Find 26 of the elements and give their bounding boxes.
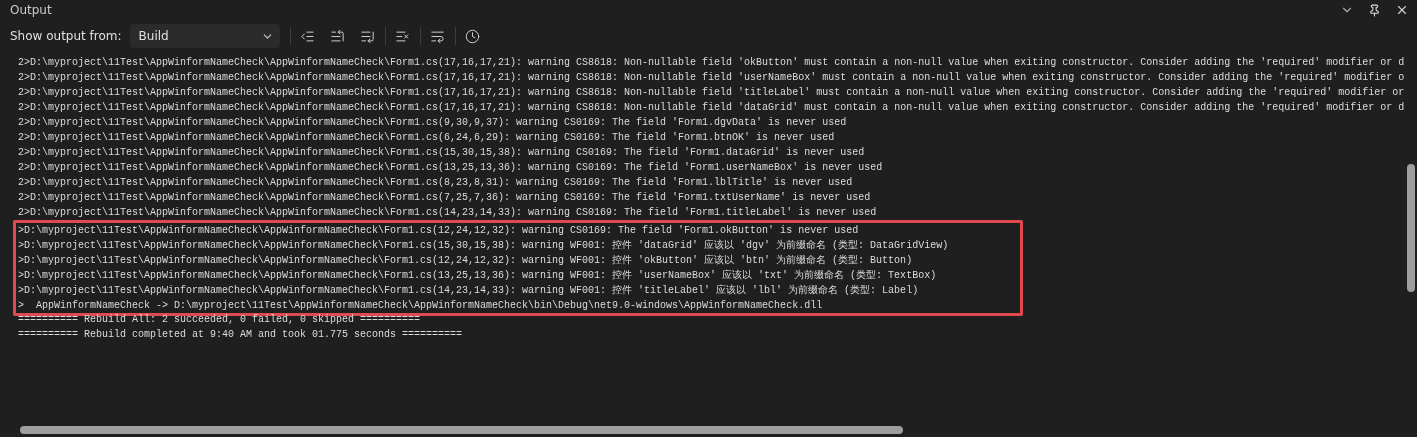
output-line: >D:\myproject\11Test\AppWinformNameCheck\AppWinformNameCheck\Form1.cs(12,24,12,32): warning CS0169: The field 'Form1.okButton' is never used <box>17 224 860 238</box>
output-line: 2>D:\myproject\11Test\AppWinformNameCheck\AppWinformNameCheck\Form1.cs(9,30,9,37): warning CS0169: The field 'Form1.dgvData' is never used <box>17 116 848 130</box>
output-line: 2>D:\myproject\11Test\AppWinformNameCheck\AppWinformNameCheck\Form1.cs(7,25,7,36): warning CS0169: The field 'Form1.txtUserName' is never used <box>17 191 872 205</box>
output-line: >D:\myproject\11Test\AppWinformNameCheck\AppWinformNameCheck\Form1.cs(12,24,12,32): warning WF001: 控件 'okButton' 应该以 'btn' 为前缀命名 (类型: Button) <box>17 253 914 268</box>
output-line: 2>D:\myproject\11Test\AppWinformNameCheck\AppWinformNameCheck\Form1.cs(14,23,14,33): warning CS0169: The field 'Form1.titleLabel' is never used <box>17 206 878 220</box>
source-label: Show output from: <box>10 29 122 43</box>
scrollbar-thumb[interactable] <box>1407 164 1415 292</box>
panel-title: Output <box>10 3 53 17</box>
output-line: 2>D:\myproject\11Test\AppWinformNameCheck\AppWinformNameCheck\Form1.cs(17,16,17,21): warning CS8618: Non-nullable field 'titleLabel' must contain a non-null value when exiting constructor. Consider adding the 'required' modifier or <box>17 86 1406 100</box>
output-line: >D:\myproject\11Test\AppWinformNameCheck\AppWinformNameCheck\Form1.cs(13,25,13,36): warning WF001: 控件 'userNameBox' 应该以 'txt' 为前缀命名 (类型: TextBox) <box>17 268 938 283</box>
output-line: 2>D:\myproject\11Test\AppWinformNameCheck\AppWinformNameCheck\Form1.cs(17,16,17,21): warning CS8618: Non-nullable field 'dataGrid' must contain a non-null value when exiting constructor. Consider adding the 'required' modifier or d <box>17 101 1406 115</box>
output-line: 2>D:\myproject\11Test\AppWinformNameCheck\AppWinformNameCheck\Form1.cs(15,30,15,38): warning CS0169: The field 'Form1.dataGrid' is never used <box>17 146 866 160</box>
close-icon[interactable] <box>1395 3 1409 17</box>
output-line: 2>D:\myproject\11Test\AppWinformNameCheck\AppWinformNameCheck\Form1.cs(13,25,13,36): warning CS0169: The field 'Form1.userNameBox' is never used <box>17 161 884 175</box>
output-line: > AppWinformNameCheck -> D:\myproject\11Test\AppWinformNameCheck\AppWinformNameCheck\bin\Debug\net9.0-windows\AppWinformNameCheck.dll <box>17 299 824 313</box>
output-line: 2>D:\myproject\11Test\AppWinformNameCheck\AppWinformNameCheck\Form1.cs(17,16,17,21): warning CS8618: Non-nullable field 'okButton' must contain a non-null value when exiting constructor. Consider adding the 'required' modifier or d <box>17 56 1406 70</box>
output-line: ========== Rebuild completed at 9:40 AM and took 01.775 seconds ========== <box>17 328 464 342</box>
scrollbar-thumb[interactable] <box>20 426 903 434</box>
output-line: >D:\myproject\11Test\AppWinformNameCheck\AppWinformNameCheck\Form1.cs(15,30,15,38): warning WF001: 控件 'dataGrid' 应该以 'dgv' 为前缀命名 (类型: DataGridView) <box>17 238 950 253</box>
output-line: 2>D:\myproject\11Test\AppWinformNameCheck\AppWinformNameCheck\Form1.cs(17,16,17,21): warning CS8618: Non-nullable field 'userNameBox' must contain a non-null value when exiting constructor. Consider adding the 'required' modifier o <box>17 71 1406 85</box>
output-line: ========== Rebuild All: 2 succeeded, 0 failed, 0 skipped ========== <box>17 313 422 327</box>
pin-icon[interactable] <box>1368 3 1381 17</box>
source-dropdown[interactable]: Build <box>129 24 280 48</box>
output-line: 2>D:\myproject\11Test\AppWinformNameCheck\AppWinformNameCheck\Form1.cs(8,23,8,31): warning CS0169: The field 'Form1.lblTitle' is never used <box>17 176 854 190</box>
output-line: 2>D:\myproject\11Test\AppWinformNameCheck\AppWinformNameCheck\Form1.cs(6,24,6,29): warning CS0169: The field 'Form1.btnOK' is never used <box>17 131 836 145</box>
output-line: >D:\myproject\11Test\AppWinformNameCheck\AppWinformNameCheck\Form1.cs(14,23,14,33): warning WF001: 控件 'titleLabel' 应该以 'lbl' 为前缀命名 (类型: Label) <box>17 283 920 298</box>
